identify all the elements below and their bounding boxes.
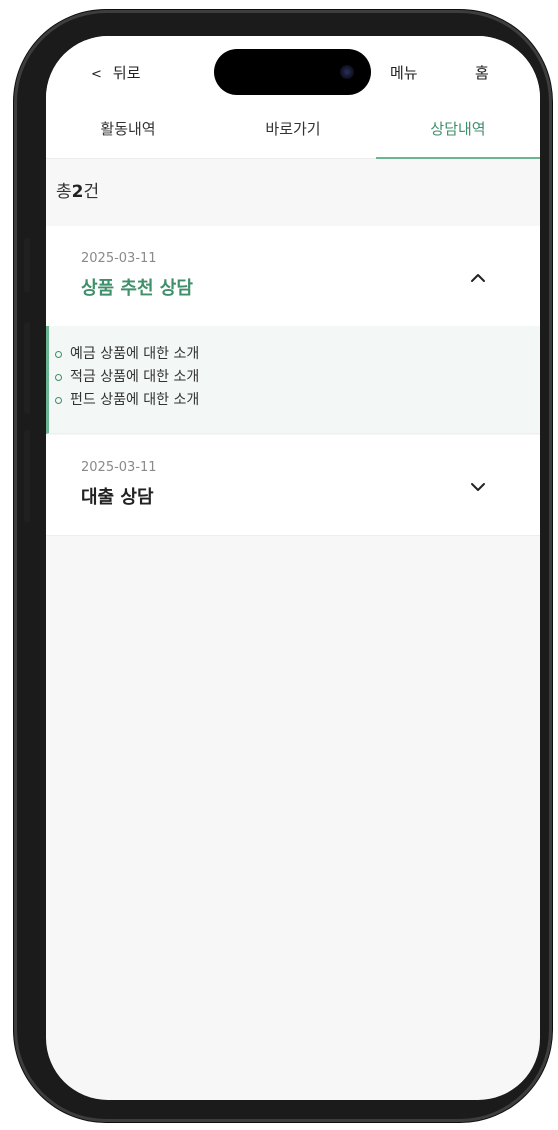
chevron-left-icon: < — [91, 67, 102, 82]
total-count-number: 2 — [71, 182, 84, 202]
back-label: 뒤로 — [112, 64, 141, 82]
side-button-volume-down — [24, 430, 30, 522]
menu-button[interactable]: 메뉴 — [390, 62, 418, 83]
bullet-icon — [55, 397, 62, 404]
detail-item-text: 적금 상품에 대한 소개 — [70, 369, 200, 385]
total-count-suffix: 건 — [83, 182, 100, 202]
chevron-up-icon[interactable] — [464, 264, 492, 292]
detail-item: 펀드 상품에 대한 소개 — [55, 389, 540, 412]
total-count: 총2건 — [56, 177, 99, 202]
consultation-title: 상품 추천 상담 — [81, 278, 193, 299]
screen: < 뒤로 메뉴 홈 활동내역 바로가기 상담내역 총2건 2025-03-11 상… — [46, 36, 540, 1100]
consultation-item-product-recommendation[interactable]: 2025-03-11 상품 추천 상담 — [46, 226, 540, 327]
chevron-down-icon[interactable] — [464, 473, 492, 501]
detail-item: 예금 상품에 대한 소개 — [55, 343, 540, 366]
home-button[interactable]: 홈 — [475, 62, 489, 83]
consultation-title: 대출 상담 — [81, 487, 154, 508]
back-button[interactable]: < 뒤로 — [91, 62, 141, 83]
detail-item: 적금 상품에 대한 소개 — [55, 366, 540, 389]
consultation-detail-panel: 예금 상품에 대한 소개 적금 상품에 대한 소개 펀드 상품에 대한 소개 — [46, 326, 540, 434]
tab-consultations[interactable]: 상담내역 — [376, 118, 540, 159]
detail-item-text: 펀드 상품에 대한 소개 — [70, 392, 200, 408]
consultation-date: 2025-03-11 — [81, 251, 157, 266]
camera-icon — [340, 65, 354, 79]
detail-item-text: 예금 상품에 대한 소개 — [70, 346, 200, 362]
tab-shortcuts[interactable]: 바로가기 — [211, 118, 375, 158]
tab-activity[interactable]: 활동내역 — [46, 118, 210, 158]
consultation-detail-list: 예금 상품에 대한 소개 적금 상품에 대한 소개 펀드 상품에 대한 소개 — [49, 326, 540, 412]
bullet-icon — [55, 374, 62, 381]
consultation-date: 2025-03-11 — [81, 460, 157, 475]
dynamic-island — [214, 49, 371, 95]
side-button-mute — [24, 238, 30, 292]
bullet-icon — [55, 351, 62, 358]
side-button-volume-up — [24, 322, 30, 414]
tab-bar: 활동내역 바로가기 상담내역 — [46, 110, 540, 159]
total-count-prefix: 총 — [56, 182, 72, 202]
consultation-item-loan[interactable]: 2025-03-11 대출 상담 — [46, 435, 540, 536]
